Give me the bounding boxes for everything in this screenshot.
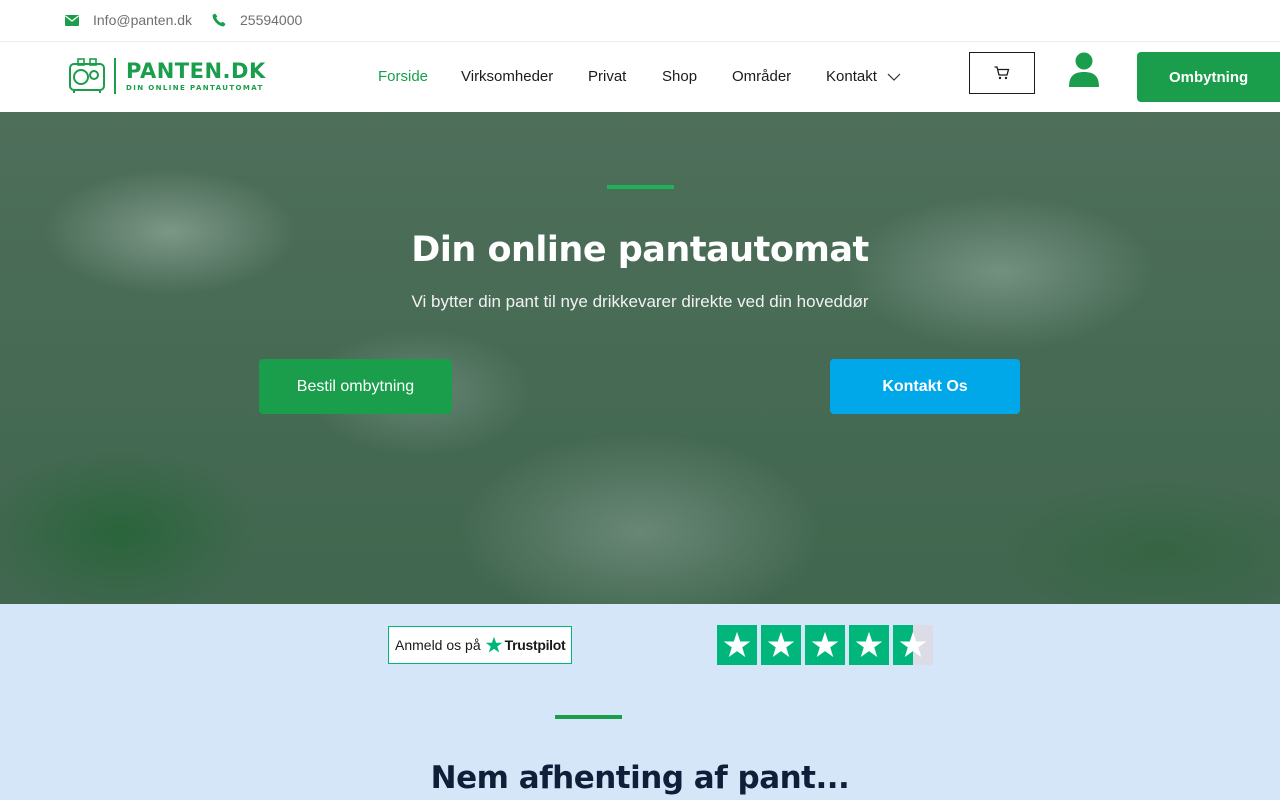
- logo-tagline: DIN ONLINE PANTAUTOMAT: [126, 84, 264, 92]
- topbar-email-text: Info@panten.dk: [93, 12, 193, 28]
- rating-star-5-half: [893, 625, 933, 665]
- nav-item-kontakt-label: Kontakt: [826, 68, 877, 85]
- star-icon: [811, 631, 839, 657]
- logo-name: PANTEN.DK: [126, 59, 266, 83]
- nav-item-privat[interactable]: Privat: [588, 68, 626, 85]
- star-icon: [723, 631, 751, 657]
- contact-us-button[interactable]: Kontakt Os: [830, 359, 1020, 414]
- account-button[interactable]: [1068, 52, 1100, 93]
- envelope-icon: [65, 14, 79, 26]
- hero-accent-line: [607, 185, 674, 189]
- star-icon: [855, 631, 883, 657]
- trustpilot-review-widget[interactable]: Anmeld os på Trustpilot: [388, 626, 572, 664]
- ombytning-button[interactable]: Ombytning: [1137, 52, 1280, 102]
- topbar-phone-text: 25594000: [240, 12, 303, 28]
- nav-item-shop[interactable]: Shop: [662, 68, 697, 85]
- topbar-phone[interactable]: 25594000: [212, 12, 302, 28]
- trustpilot-prefix: Anmeld os på: [395, 637, 481, 653]
- hero-subtitle: Vi bytter din pant til nye drikkevarer d…: [411, 292, 869, 311]
- nav-item-forside[interactable]: Forside: [378, 68, 428, 85]
- section-accent-line: [555, 715, 622, 719]
- rating-star-1: [717, 625, 757, 665]
- bottle-machine-logo-icon: [69, 58, 105, 93]
- trustpilot-rating-stars: [717, 625, 933, 665]
- user-icon: [1069, 52, 1099, 87]
- star-icon: [899, 631, 927, 657]
- rating-star-3: [805, 625, 845, 665]
- cart-button[interactable]: [969, 52, 1035, 94]
- nav-item-kontakt[interactable]: Kontakt: [826, 68, 901, 85]
- logo-divider: [114, 58, 116, 94]
- main-header: PANTEN.DK DIN ONLINE PANTAUTOMAT Forside…: [0, 42, 1280, 112]
- reviews-section: Anmeld os på Trustpilot Nem afhenting af…: [0, 604, 1280, 800]
- section-title: Nem afhenting af pant...: [430, 760, 850, 796]
- site-logo[interactable]: PANTEN.DK DIN ONLINE PANTAUTOMAT: [68, 58, 266, 94]
- hero-title: Din online pantautomat: [411, 230, 869, 270]
- trustpilot-star-icon: [485, 636, 502, 653]
- top-contact-bar: Info@panten.dk 25594000: [0, 0, 1280, 42]
- rating-star-2: [761, 625, 801, 665]
- topbar-email[interactable]: Info@panten.dk: [65, 12, 192, 28]
- rating-star-4: [849, 625, 889, 665]
- phone-icon: [212, 13, 226, 27]
- hero-section: Din online pantautomat Vi bytter din pan…: [0, 112, 1280, 604]
- star-icon: [767, 631, 795, 657]
- nav-item-virksomheder[interactable]: Virksomheder: [461, 68, 553, 85]
- cart-icon: [994, 66, 1010, 80]
- logo-text: PANTEN.DK DIN ONLINE PANTAUTOMAT: [126, 60, 266, 92]
- chevron-down-icon: [887, 73, 901, 81]
- order-exchange-button[interactable]: Bestil ombytning: [259, 359, 452, 414]
- nav-item-omraader[interactable]: Områder: [732, 68, 791, 85]
- trustpilot-brand: Trustpilot: [504, 637, 566, 653]
